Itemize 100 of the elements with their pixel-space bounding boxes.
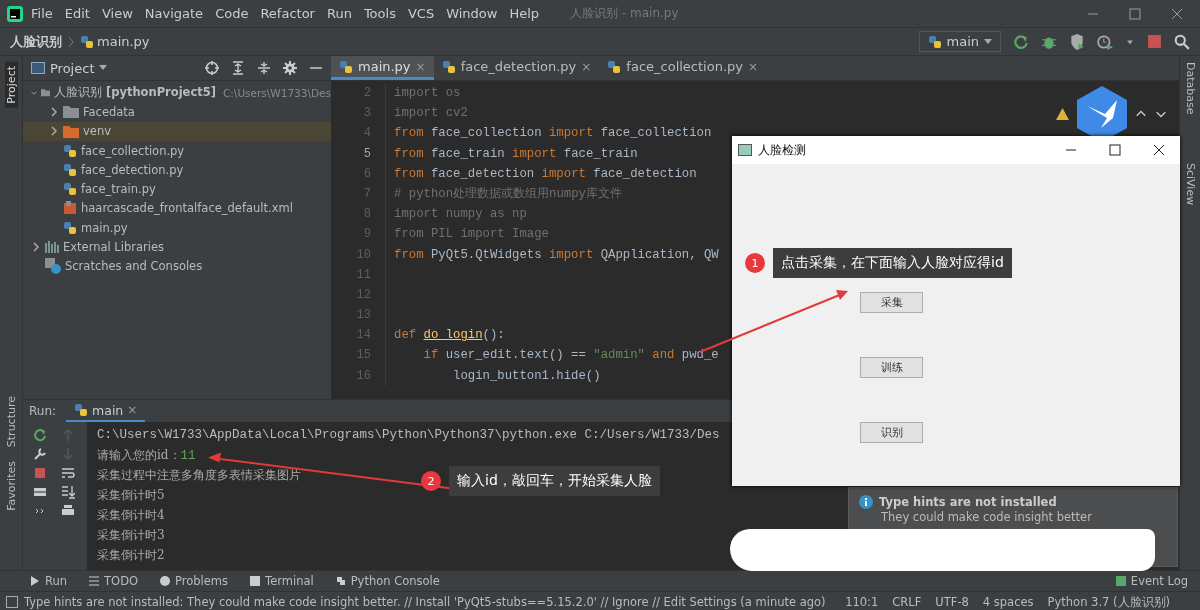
console-input-text: 11 <box>180 449 196 464</box>
xml-file-icon <box>63 201 77 216</box>
close-icon[interactable] <box>1152 143 1166 157</box>
run-config-dropdown[interactable]: main <box>918 31 1001 52</box>
code-line: from face_train import face_train <box>394 146 638 161</box>
run-label: Run: <box>29 404 57 419</box>
app-button[interactable]: 采集 <box>860 292 923 313</box>
tree-item[interactable]: venv <box>23 121 331 141</box>
tool-window-tab[interactable]: Terminal <box>250 574 314 588</box>
side-tab[interactable]: Favorites <box>4 460 18 511</box>
status-message: Type hints are not installed: They could make code insight better. // Install 'PyQt5-stubs==5.15.2.0' // Ignore // Edit Settings (a minute ago) <box>24 595 826 609</box>
python-file-icon <box>339 59 353 74</box>
menu-item[interactable]: File <box>26 6 58 21</box>
app-window-title: 人脸检测 <box>758 141 806 159</box>
status-item[interactable]: 110:1 <box>845 594 879 610</box>
notification-title: Type hints are not installed <box>879 495 1057 509</box>
status-item[interactable]: Python 3.7 (人脸识别) <box>1047 594 1170 610</box>
breadcrumb-item[interactable]: 人脸识别 <box>10 32 62 51</box>
search-icon[interactable] <box>1174 33 1190 50</box>
soft-wrap-icon[interactable] <box>61 466 75 481</box>
callout-text: 输入id，敲回车，开始采集人脸 <box>449 466 660 496</box>
python-file-icon <box>441 59 456 74</box>
tree-item[interactable]: Scratches and Consoles <box>23 256 331 276</box>
target-icon[interactable] <box>205 61 219 75</box>
tree-item[interactable]: main.py <box>23 218 331 238</box>
side-tab[interactable]: Project <box>4 62 18 108</box>
notification-body: They could make code insight better <box>880 510 1093 524</box>
collapse-all-icon[interactable] <box>257 61 271 75</box>
tree-item[interactable]: External Libraries <box>23 237 331 257</box>
status-item[interactable]: 4 spaces <box>982 594 1034 610</box>
breadcrumb-item[interactable]: main.py <box>80 34 150 49</box>
code-line: from face_collection import face_collection <box>394 126 712 141</box>
tree-item[interactable]: Facedata <box>23 102 331 122</box>
code-line: from PyQt5.QtWidgets import QApplication, QW <box>394 247 719 262</box>
status-item[interactable]: CRLF <box>892 594 922 610</box>
menu-item[interactable]: VCS <box>402 6 440 21</box>
tool-window-tab[interactable]: Python Console <box>335 574 440 588</box>
window-icon <box>738 144 752 156</box>
tree-item[interactable]: 人脸识别 [pythonProject5] C:\Users\W1733\Des <box>23 83 331 103</box>
rerun-icon[interactable] <box>1013 33 1029 50</box>
project-view-dropdown[interactable]: Project <box>31 60 108 76</box>
tree-item[interactable]: face_collection.py <box>23 140 331 161</box>
app-button[interactable]: 训练 <box>860 357 923 378</box>
console-line: 采集倒计时4 <box>97 508 165 523</box>
warning-icon[interactable] <box>1056 108 1069 120</box>
tree-item[interactable]: face_train.py <box>23 179 331 199</box>
clock-icon[interactable] <box>1097 33 1113 50</box>
scroll-to-end-icon[interactable] <box>61 485 75 500</box>
python-file-icon <box>63 182 77 197</box>
code-line: def do_login(): <box>394 328 505 343</box>
menu-item[interactable]: Help <box>504 6 545 21</box>
stop-icon[interactable] <box>1147 34 1162 49</box>
python-file-icon <box>63 162 77 177</box>
chevron-right-icon[interactable] <box>49 126 59 137</box>
console-tab[interactable]: main × <box>66 400 146 422</box>
tool-window-tab[interactable]: TODO <box>89 574 139 588</box>
chevron-right-icon[interactable] <box>31 242 41 252</box>
tree-item[interactable]: face_detection.py <box>23 160 331 180</box>
console-prompt: 请输入您的id： <box>97 448 181 463</box>
python-file-icon <box>80 34 94 49</box>
editor-tab[interactable]: main.py × <box>331 56 434 80</box>
tool-window-tab[interactable]: Run <box>30 574 68 588</box>
menu-item[interactable]: Tools <box>358 6 401 21</box>
play-icon <box>30 576 40 586</box>
code-line: import numpy as np <box>394 207 527 222</box>
rerun-icon[interactable] <box>33 428 47 443</box>
code-line: from PIL import Image <box>394 227 549 242</box>
tree-item[interactable]: haarcascade_frontalface_default.xml <box>23 198 331 219</box>
app-button[interactable]: 识别 <box>860 422 923 443</box>
menu-item[interactable]: Window <box>441 6 503 21</box>
chevron-right-icon <box>68 35 74 48</box>
python-file-icon <box>927 34 942 49</box>
library-icon <box>45 241 59 253</box>
editor-tab[interactable]: face_collection.py × <box>599 56 767 80</box>
python-file-icon <box>74 403 89 418</box>
code-line: import os <box>394 86 461 100</box>
menu-item[interactable]: Code <box>210 6 254 21</box>
side-tab[interactable]: Database <box>1183 62 1197 115</box>
panel-toggle-icon[interactable] <box>6 596 18 608</box>
menu-item[interactable]: Run <box>321 6 357 21</box>
side-tab[interactable]: SciView <box>1183 162 1197 205</box>
shield-icon[interactable] <box>1069 33 1085 50</box>
editor-tab[interactable]: face_detection.py × <box>433 56 600 80</box>
expand-all-icon[interactable] <box>231 61 245 75</box>
code-line: login_button1.hide() <box>452 368 601 383</box>
console-line: C:\Users\W1733\AppData\Local\Programs\Python\Python37\python.exe C:/Users/W1733/Des <box>97 427 720 445</box>
settings-icon[interactable] <box>283 61 297 75</box>
menu-item[interactable]: Navigate <box>139 6 209 21</box>
chevron-right-icon[interactable] <box>49 106 59 117</box>
menu-item[interactable]: Edit <box>59 6 95 21</box>
maximize-icon[interactable] <box>1108 143 1122 157</box>
wrench-icon[interactable] <box>33 447 47 462</box>
menu-item[interactable]: View <box>96 6 138 21</box>
console-line: 采集过程中注意多角度多表情采集图片 <box>97 468 301 483</box>
status-item[interactable]: UTF-8 <box>935 594 969 610</box>
side-tab[interactable]: Structure <box>4 395 18 447</box>
tool-window-tab[interactable]: Problems <box>160 574 229 588</box>
menu-item[interactable]: Refactor <box>255 6 320 21</box>
console-line: 采集倒计时5 <box>97 488 165 503</box>
event-log-tab[interactable]: Event Log <box>1115 574 1188 588</box>
